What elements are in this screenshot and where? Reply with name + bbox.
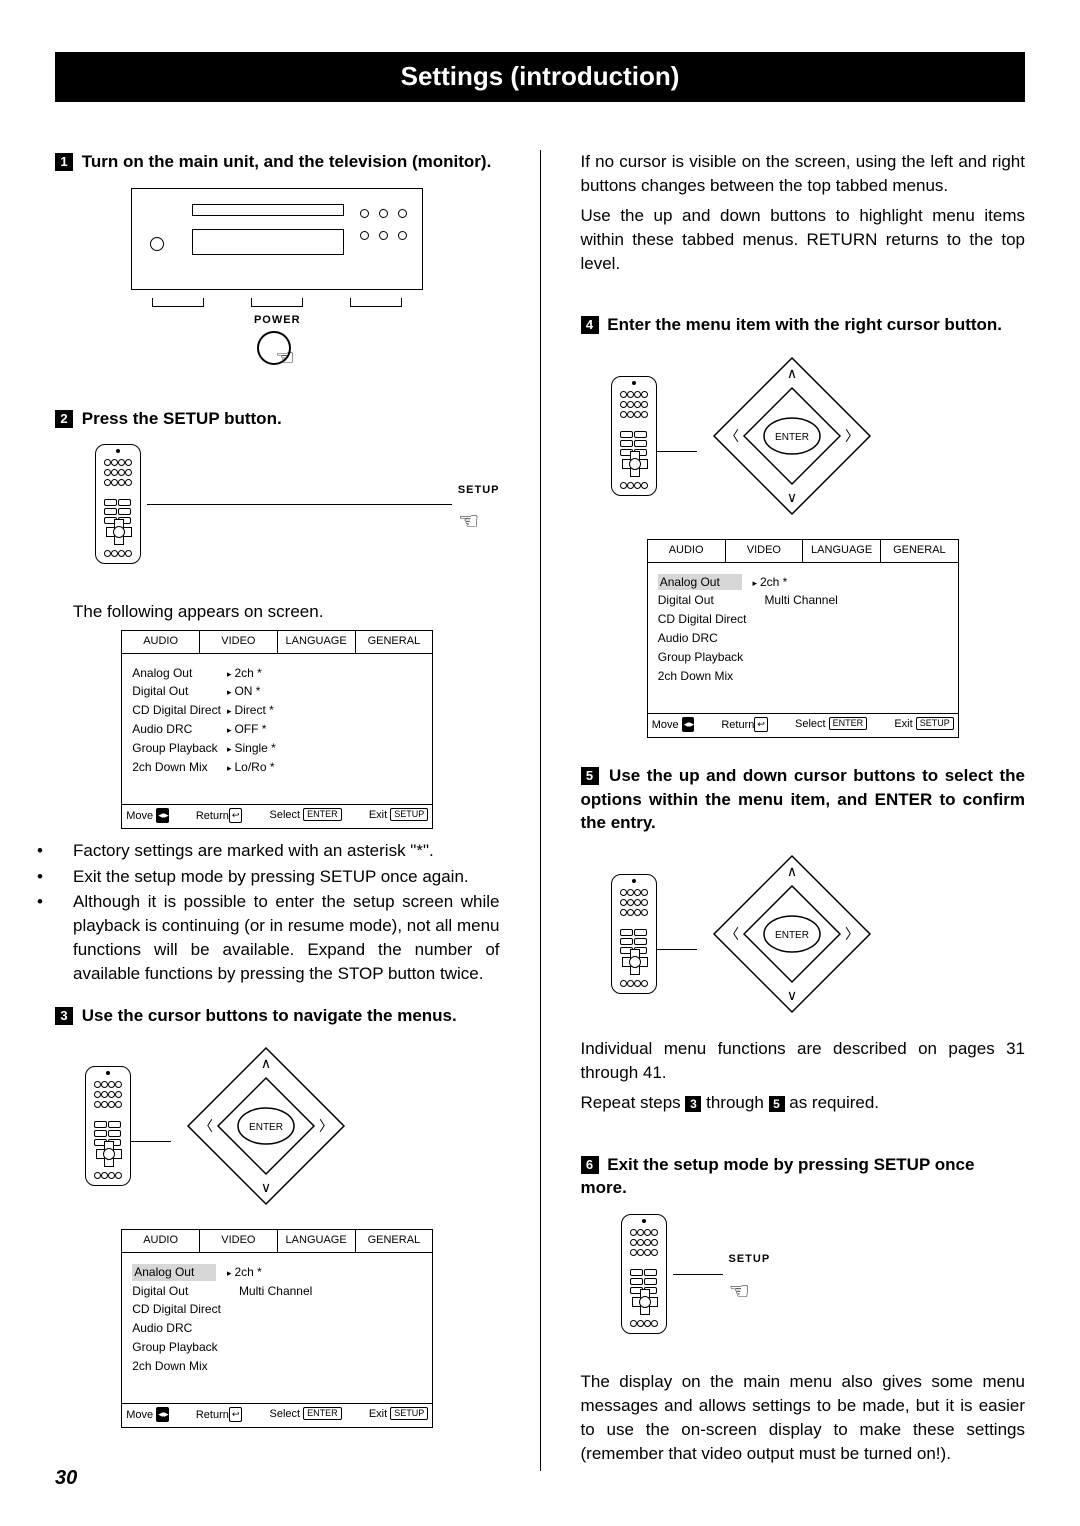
step-1-text: Turn on the main unit, and the televisio…	[82, 152, 492, 171]
svg-text:〈: 〈	[199, 1118, 213, 1134]
page-title: Settings (introduction)	[55, 52, 1025, 102]
hand-icon: ☜	[458, 505, 480, 539]
step-6-heading: 6 Exit the setup mode by pressing SETUP …	[581, 1153, 1026, 1201]
osd-screen-full: AUDIO VIDEO LANGUAGE GENERAL Analog Out2…	[121, 630, 433, 829]
svg-text:∨: ∨	[786, 987, 796, 1003]
right-column: If no cursor is visible on the screen, u…	[581, 150, 1026, 1471]
svg-text:∨: ∨	[786, 489, 796, 505]
step-1-heading: 1 Turn on the main unit, and the televis…	[55, 150, 500, 174]
step-number-icon: 6	[581, 1156, 599, 1174]
svg-text:〈: 〈	[725, 428, 739, 444]
svg-text:〈: 〈	[725, 926, 739, 942]
unit-diagram: POWER ☜	[55, 188, 500, 370]
remote-cursor-diagram: ENTER ∧ ∨ 〈 〉	[85, 1041, 500, 1211]
left-column: 1 Turn on the main unit, and the televis…	[55, 150, 500, 1471]
step-2-text: Press the SETUP button.	[82, 409, 282, 428]
step-number-icon: 4	[581, 316, 599, 334]
osd-tab: VIDEO	[200, 631, 278, 652]
power-label: POWER	[55, 313, 500, 328]
remote-icon	[611, 376, 657, 496]
svg-text:ENTER: ENTER	[775, 432, 809, 443]
remote-enter-diagram: ENTER ∧ ∨ 〈 〉	[611, 351, 1026, 521]
following-appears-text: The following appears on screen.	[73, 600, 500, 624]
hand-icon: ☜	[729, 1275, 751, 1309]
osd-tabs: AUDIO VIDEO LANGUAGE GENERAL	[122, 631, 432, 653]
repeat-steps-text: Repeat steps 3 through 5 as required.	[581, 1091, 1026, 1115]
remote-icon	[611, 874, 657, 994]
step-4-text: Enter the menu item with the right curso…	[607, 315, 1002, 334]
remote-icon	[85, 1066, 131, 1186]
remote-icon	[95, 444, 141, 564]
step-3-text: Use the cursor buttons to navigate the m…	[82, 1006, 457, 1025]
svg-text:ENTER: ENTER	[249, 1122, 283, 1133]
svg-text:ENTER: ENTER	[775, 930, 809, 941]
svg-text:∨: ∨	[261, 1179, 271, 1195]
osd-footer: Move ◂●▸ Return↩ Select ENTER Exit SETUP	[122, 805, 432, 827]
step-number-icon: 1	[55, 153, 73, 171]
setup-label: SETUP	[729, 1252, 771, 1267]
dpad-enter-icon: ENTER ∧ ∨ 〈 〉	[707, 849, 877, 1019]
dpad-enter-icon: ENTER ∧ ∨ 〈 〉	[181, 1041, 351, 1211]
step-number-icon: 3	[55, 1007, 73, 1025]
osd-screen-highlight-2: AUDIO VIDEO LANGUAGE GENERAL Analog Out2…	[647, 539, 959, 738]
step-number-icon: 5	[581, 767, 599, 785]
list-item: Factory settings are marked with an aste…	[55, 839, 500, 863]
svg-text:〉: 〉	[845, 428, 859, 444]
list-item: Although it is possible to enter the set…	[55, 890, 500, 985]
svg-text:∧: ∧	[261, 1055, 271, 1071]
step-4-heading: 4 Enter the menu item with the right cur…	[581, 313, 1026, 337]
osd-screen-highlight: AUDIO VIDEO LANGUAGE GENERAL Analog Out2…	[121, 1229, 433, 1428]
page-number: 30	[55, 1464, 77, 1492]
step-5-text: Use the up and down cursor buttons to se…	[581, 766, 1026, 833]
step-number-icon: 2	[55, 410, 73, 428]
use-up-down-text: Use the up and down buttons to highlight…	[581, 204, 1026, 275]
dpad-enter-icon: ENTER ∧ ∨ 〈 〉	[707, 351, 877, 521]
svg-text:∧: ∧	[786, 863, 796, 879]
osd-tab: LANGUAGE	[278, 631, 356, 652]
svg-text:∧: ∧	[786, 365, 796, 381]
step-3-heading: 3 Use the cursor buttons to navigate the…	[55, 1004, 500, 1028]
remote-setup-diagram: SETUP ☜	[95, 444, 500, 564]
osd-tab: GENERAL	[356, 631, 433, 652]
individual-functions-text: Individual menu functions are described …	[581, 1037, 1026, 1085]
step-number-icon: 5	[769, 1096, 785, 1112]
power-button-icon: ☜	[257, 331, 297, 371]
notes-list: Factory settings are marked with an aste…	[55, 839, 500, 986]
setup-label: SETUP	[458, 483, 500, 498]
remote-icon	[621, 1214, 667, 1334]
step-2-heading: 2 Press the SETUP button.	[55, 407, 500, 431]
svg-text:〉: 〉	[845, 926, 859, 942]
no-cursor-text: If no cursor is visible on the screen, u…	[581, 150, 1026, 198]
svg-text:〉: 〉	[319, 1118, 333, 1134]
hand-icon: ☜	[275, 343, 295, 374]
step-6-text: Exit the setup mode by pressing SETUP on…	[581, 1155, 975, 1198]
step-5-heading: 5 Use the up and down cursor buttons to …	[581, 764, 1026, 835]
remote-setup-diagram-2: SETUP ☜	[621, 1214, 1026, 1334]
step-number-icon: 3	[685, 1096, 701, 1112]
remote-enter-diagram-2: ENTER ∧ ∨ 〈 〉	[611, 849, 1026, 1019]
osd-tab: AUDIO	[122, 631, 200, 652]
osd-menu-table: Analog Out2ch * Digital OutON * CD Digit…	[132, 664, 282, 777]
list-item: Exit the setup mode by pressing SETUP on…	[55, 865, 500, 889]
display-note-text: The display on the main menu also gives …	[581, 1370, 1026, 1465]
